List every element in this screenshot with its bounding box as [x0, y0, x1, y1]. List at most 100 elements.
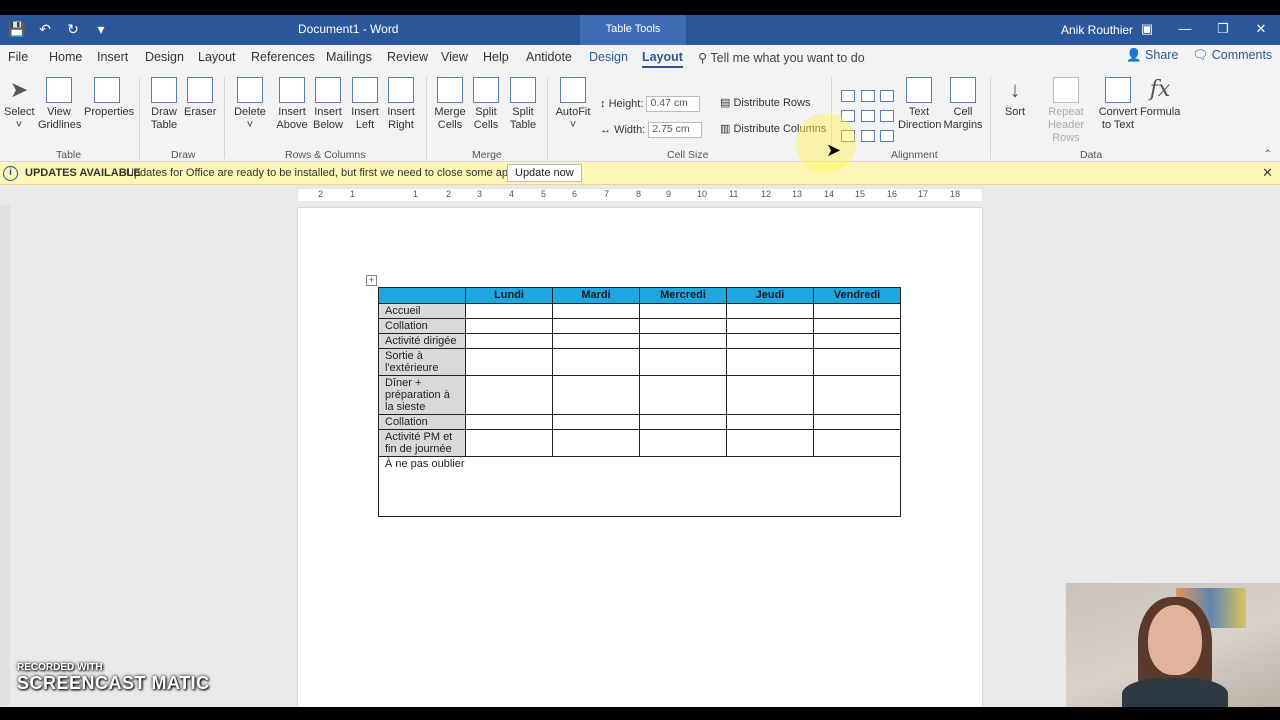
view-gridlines-button[interactable]: View Gridlines	[38, 77, 81, 132]
header-cell[interactable]	[378, 287, 466, 304]
table-cell[interactable]	[465, 414, 553, 430]
insert-left-button[interactable]: Insert Left	[347, 77, 383, 132]
align-top-right-icon[interactable]	[880, 90, 894, 102]
table-cell[interactable]	[726, 333, 814, 349]
split-cells-button[interactable]: Split Cells	[468, 77, 504, 132]
document-page[interactable]: + Lundi Mardi Mercredi Jeudi Vendredi Ac…	[298, 208, 982, 707]
tab-layout[interactable]: Layout	[198, 50, 236, 64]
table-cell[interactable]	[552, 348, 640, 376]
table-cell[interactable]	[726, 429, 814, 457]
table-cell[interactable]	[465, 333, 553, 349]
table-cell[interactable]	[813, 303, 901, 319]
header-cell[interactable]: Mardi	[552, 287, 640, 304]
repeat-header-rows-button[interactable]: Repeat Header Rows	[1034, 77, 1098, 145]
table-move-handle-icon[interactable]: +	[366, 275, 377, 286]
comments-button[interactable]: 🗨 Comments	[1192, 48, 1272, 70]
autofit-button[interactable]: AutoFit ˅	[555, 77, 591, 132]
table-cell[interactable]	[813, 375, 901, 415]
insert-right-button[interactable]: Insert Right	[383, 77, 419, 132]
row-header-cell[interactable]: Activité PM et fin de journée	[378, 429, 466, 457]
convert-to-text-button[interactable]: Convert to Text	[1098, 77, 1138, 132]
height-input[interactable]: 0.47 cm	[646, 96, 701, 112]
tab-table-design[interactable]: Design	[589, 50, 628, 64]
split-table-button[interactable]: Split Table	[505, 77, 541, 132]
table-cell[interactable]	[639, 429, 727, 457]
table-cell[interactable]	[465, 375, 553, 415]
table-cell[interactable]	[465, 303, 553, 319]
vertical-ruler[interactable]	[0, 205, 10, 705]
collapse-ribbon-icon[interactable]: ⌃	[1264, 149, 1272, 160]
undo-icon[interactable]: ↶	[36, 21, 54, 38]
close-infobar-icon[interactable]: ✕	[1262, 165, 1273, 181]
tab-mailings[interactable]: Mailings	[326, 50, 372, 64]
distribute-rows-button[interactable]: ▤ Distribute Rows	[720, 96, 810, 109]
tab-home[interactable]: Home	[49, 50, 82, 64]
horizontal-ruler[interactable]: 2 1 1 2 3 4 5 6 7 8 9 10 11 12 13 14 15 …	[298, 189, 982, 201]
table-cell[interactable]	[639, 375, 727, 415]
table-cell[interactable]	[813, 414, 901, 430]
table-cell[interactable]	[552, 303, 640, 319]
table-cell[interactable]	[813, 348, 901, 376]
align-bottom-right-icon[interactable]	[880, 130, 894, 142]
share-button[interactable]: 👤 Share	[1126, 48, 1178, 70]
table-cell[interactable]	[465, 348, 553, 376]
table-cell[interactable]	[726, 414, 814, 430]
table-cell[interactable]	[465, 318, 553, 334]
align-bottom-center-icon[interactable]	[861, 130, 875, 142]
restore-icon[interactable]: ❐	[1204, 15, 1242, 45]
table-cell[interactable]	[726, 375, 814, 415]
table-cell[interactable]	[639, 303, 727, 319]
tab-view[interactable]: View	[441, 50, 468, 64]
schedule-table[interactable]: Lundi Mardi Mercredi Jeudi Vendredi Accu…	[378, 287, 901, 517]
table-cell[interactable]	[639, 348, 727, 376]
insert-below-button[interactable]: Insert Below	[310, 77, 346, 132]
tab-insert[interactable]: Insert	[97, 50, 128, 64]
row-header-cell[interactable]: Activité dirigée	[378, 333, 466, 349]
table-cell[interactable]	[552, 414, 640, 430]
merge-cells-button[interactable]: Merge Cells	[432, 77, 468, 132]
tab-design[interactable]: Design	[145, 50, 184, 64]
draw-table-button[interactable]: Draw Table	[148, 77, 180, 132]
table-cell[interactable]	[465, 429, 553, 457]
insert-above-button[interactable]: Insert Above	[274, 77, 310, 132]
align-top-center-icon[interactable]	[861, 90, 875, 102]
tell-me-search[interactable]: ⚲ Tell me what you want to do	[698, 50, 865, 65]
header-cell[interactable]: Jeudi	[726, 287, 814, 304]
delete-button[interactable]: Delete ˅	[232, 77, 268, 132]
table-cell[interactable]	[552, 333, 640, 349]
table-cell[interactable]	[726, 348, 814, 376]
align-middle-center-icon[interactable]	[861, 110, 875, 122]
update-now-button[interactable]: Update now	[507, 164, 582, 182]
close-icon[interactable]: ✕	[1242, 15, 1280, 45]
tab-table-layout[interactable]: Layout	[642, 50, 683, 68]
table-cell[interactable]	[813, 333, 901, 349]
ribbon-display-icon[interactable]: ▣	[1128, 15, 1166, 45]
select-button[interactable]: ➤ Select ˅	[4, 77, 35, 132]
formula-button[interactable]: fx Formula	[1140, 77, 1180, 119]
width-input[interactable]: 2.75 cm	[648, 122, 703, 138]
eraser-button[interactable]: Eraser	[184, 77, 216, 119]
table-cell[interactable]	[639, 414, 727, 430]
sort-button[interactable]: ↓ Sort	[1000, 77, 1030, 119]
tab-review[interactable]: Review	[387, 50, 428, 64]
user-name[interactable]: Anik Routhier	[1061, 23, 1133, 37]
header-cell[interactable]: Vendredi	[813, 287, 901, 304]
save-icon[interactable]: 💾	[8, 21, 26, 38]
table-cell[interactable]	[726, 303, 814, 319]
text-direction-button[interactable]: Text Direction	[898, 77, 941, 132]
notes-cell[interactable]: À ne pas oublier	[378, 456, 901, 517]
row-header-cell[interactable]: Accueil	[378, 303, 466, 319]
table-cell[interactable]	[726, 318, 814, 334]
properties-button[interactable]: Properties	[84, 77, 134, 119]
header-cell[interactable]: Mercredi	[639, 287, 727, 304]
row-header-cell[interactable]: Sortie à l'extérieure	[378, 348, 466, 376]
table-cell[interactable]	[552, 375, 640, 415]
redo-icon[interactable]: ↻	[64, 21, 82, 38]
row-header-cell[interactable]: Collation	[378, 414, 466, 430]
tab-references[interactable]: References	[251, 50, 315, 64]
customize-qat-icon[interactable]: ▾	[92, 21, 110, 38]
table-cell[interactable]	[639, 318, 727, 334]
cell-margins-button[interactable]: Cell Margins	[942, 77, 984, 132]
table-cell[interactable]	[552, 318, 640, 334]
tab-antidote[interactable]: Antidote	[526, 50, 572, 64]
